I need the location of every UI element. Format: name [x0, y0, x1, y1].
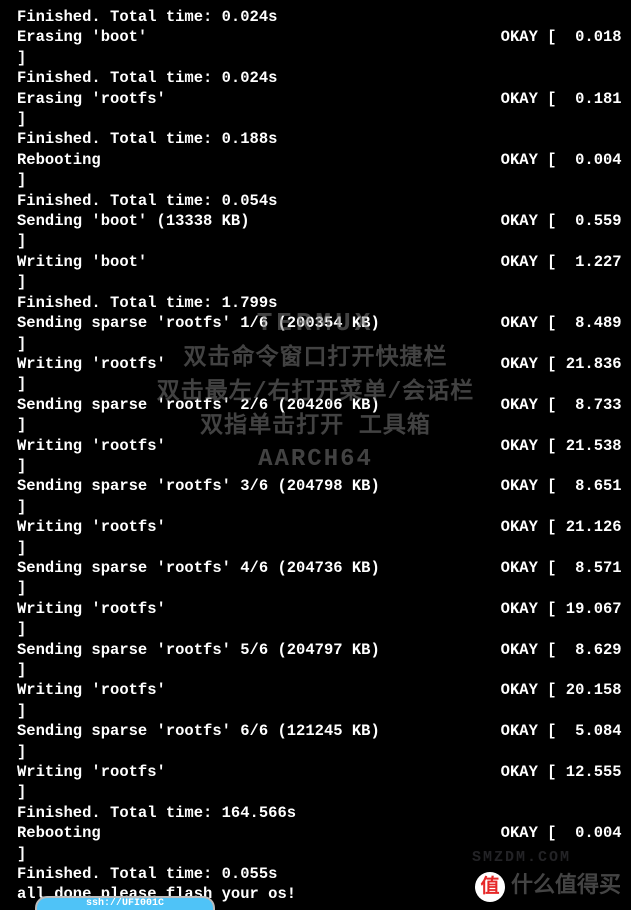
- terminal-line: Writing 'rootfs' OKAY [ 20.158: [0, 680, 631, 700]
- watermark-badge-icon: 值: [475, 872, 505, 902]
- terminal-line: Writing 'rootfs' OKAY [ 19.067: [0, 599, 631, 619]
- terminal-line: Sending sparse 'rootfs' 5/6 (204797 KB) …: [0, 640, 631, 660]
- terminal-line: ]: [0, 742, 631, 762]
- terminal-line: ]: [0, 701, 631, 721]
- terminal-line: ]: [0, 415, 631, 435]
- terminal-line: Finished. Total time: 0.188s: [0, 129, 631, 149]
- watermark: 值 什么值得买: [475, 872, 621, 902]
- terminal-line: ]: [0, 782, 631, 802]
- terminal-line: Writing 'rootfs' OKAY [ 21.836: [0, 354, 631, 374]
- terminal-line: ]: [0, 497, 631, 517]
- terminal-line: ]: [0, 578, 631, 598]
- terminal-line: Finished. Total time: 0.024s: [0, 68, 631, 88]
- terminal-line: ]: [0, 374, 631, 394]
- terminal-line: Finished. Total time: 164.566s: [0, 803, 631, 823]
- terminal-line: Erasing 'boot' OKAY [ 0.018: [0, 27, 631, 47]
- terminal-line: Finished. Total time: 1.799s: [0, 293, 631, 313]
- terminal-line: ]: [0, 109, 631, 129]
- terminal-line: Rebooting OKAY [ 0.004: [0, 823, 631, 843]
- watermark-url: SMZDM.COM: [472, 848, 571, 868]
- terminal-line: ]: [0, 538, 631, 558]
- terminal-line: Finished. Total time: 0.024s: [0, 7, 631, 27]
- terminal-line: ]: [0, 48, 631, 68]
- terminal-line: ]: [0, 660, 631, 680]
- terminal-line: ]: [0, 170, 631, 190]
- terminal-line: ]: [0, 456, 631, 476]
- terminal-line: ]: [0, 334, 631, 354]
- terminal-line: Writing 'rootfs' OKAY [ 21.538: [0, 436, 631, 456]
- terminal-line: Sending 'boot' (13338 KB) OKAY [ 0.559: [0, 211, 631, 231]
- terminal-line: Erasing 'rootfs' OKAY [ 0.181: [0, 89, 631, 109]
- session-tab[interactable]: ssh://UFI001C: [35, 896, 215, 910]
- terminal-line: Rebooting OKAY [ 0.004: [0, 150, 631, 170]
- terminal-line: Writing 'boot' OKAY [ 1.227: [0, 252, 631, 272]
- terminal-line: Sending sparse 'rootfs' 4/6 (204736 KB) …: [0, 558, 631, 578]
- terminal-line: Writing 'rootfs' OKAY [ 12.555: [0, 762, 631, 782]
- terminal-line: Sending sparse 'rootfs' 3/6 (204798 KB) …: [0, 476, 631, 496]
- terminal-output[interactable]: Finished. Total time: 0.024sErasing 'boo…: [0, 7, 631, 905]
- terminal-line: ]: [0, 272, 631, 292]
- watermark-text: 什么值得买: [511, 877, 621, 897]
- terminal-line: Writing 'rootfs' OKAY [ 21.126: [0, 517, 631, 537]
- terminal-line: Sending sparse 'rootfs' 6/6 (121245 KB) …: [0, 721, 631, 741]
- terminal-line: Sending sparse 'rootfs' 2/6 (204206 KB) …: [0, 395, 631, 415]
- terminal-line: Sending sparse 'rootfs' 1/6 (200354 KB) …: [0, 313, 631, 333]
- terminal-line: ]: [0, 231, 631, 251]
- terminal-line: ]: [0, 619, 631, 639]
- terminal-line: Finished. Total time: 0.054s: [0, 191, 631, 211]
